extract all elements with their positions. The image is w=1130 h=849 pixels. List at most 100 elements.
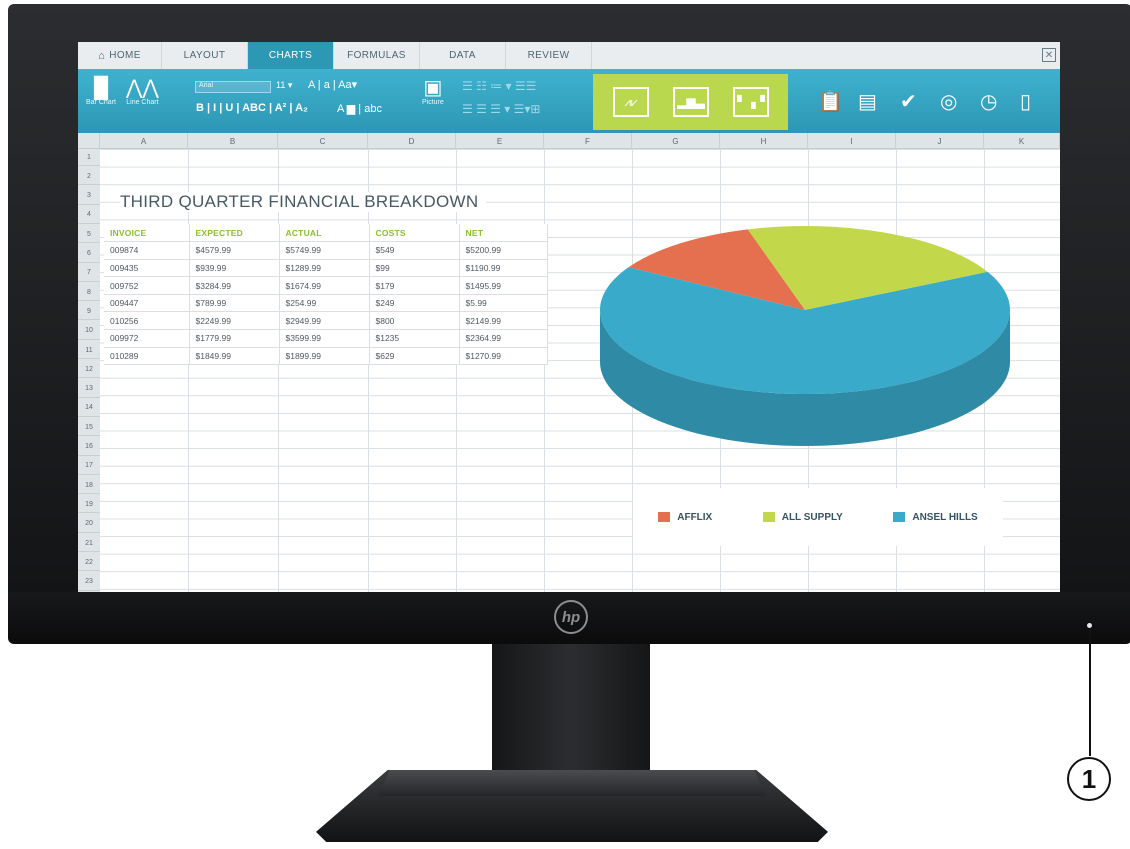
cell[interactable]: $1289.99 — [279, 259, 370, 278]
close-icon[interactable]: ✕ — [1042, 48, 1056, 62]
row-header[interactable]: 8 — [78, 284, 100, 302]
cell[interactable]: $3599.99 — [279, 329, 370, 348]
cell[interactable]: $2149.99 — [459, 311, 548, 331]
column-header[interactable]: C — [278, 133, 368, 149]
column-header[interactable]: H — [720, 133, 808, 149]
tab-review[interactable]: REVIEW — [506, 42, 592, 69]
cell[interactable]: $1779.99 — [189, 329, 280, 348]
column-header[interactable]: A — [100, 133, 188, 149]
row-header[interactable]: 16 — [78, 439, 100, 456]
cell[interactable]: $99 — [369, 259, 460, 278]
cell[interactable]: 010289 — [104, 347, 190, 366]
row-header[interactable]: 13 — [78, 381, 100, 398]
text-color-buttons[interactable]: A ▆ | abc — [337, 102, 382, 115]
row-header[interactable]: 12 — [78, 361, 100, 379]
cell[interactable]: $1849.99 — [189, 347, 280, 366]
clipboard-list-icon[interactable]: ▤ — [858, 69, 877, 133]
indent-buttons[interactable]: ☰ ☰ ☰ ▾ ☰▾⊞ — [462, 102, 540, 116]
tab-charts[interactable]: CHARTS — [248, 42, 334, 69]
row-header[interactable]: 20 — [78, 516, 100, 533]
cell[interactable]: $4579.99 — [189, 241, 280, 260]
row-header[interactable]: 23 — [78, 574, 100, 591]
column-header[interactable]: G — [632, 133, 720, 149]
check-icon[interactable]: ✔ — [900, 69, 917, 133]
cell[interactable]: $789.99 — [189, 294, 280, 313]
text-style-buttons[interactable]: B | I | U | ABC | A² | A₂ — [196, 102, 308, 114]
column-header[interactable]: J — [896, 133, 984, 149]
row-header[interactable]: 19 — [78, 496, 100, 514]
clock-icon[interactable]: ◷ — [980, 69, 997, 133]
tab-home[interactable]: ⌂ HOME — [78, 42, 162, 69]
cell[interactable]: 009752 — [104, 276, 190, 295]
row-header[interactable]: 6 — [78, 246, 100, 263]
select-all-corner[interactable] — [78, 133, 100, 149]
cell[interactable]: $800 — [369, 311, 460, 331]
cell[interactable]: $939.99 — [189, 259, 280, 278]
row-header[interactable]: 11 — [78, 342, 100, 359]
row-header[interactable]: 1 — [78, 149, 100, 166]
pie-chart[interactable] — [583, 204, 1023, 474]
row-header[interactable]: 7 — [78, 265, 100, 282]
column-header[interactable]: K — [984, 133, 1060, 149]
cell[interactable]: 009435 — [104, 259, 190, 278]
row-header[interactable]: 15 — [78, 419, 100, 437]
column-heading[interactable]: INVOICE — [104, 224, 190, 243]
column-header[interactable]: E — [456, 133, 544, 149]
cell[interactable]: $1235 — [369, 329, 460, 348]
stacked-chart-type-button[interactable]: ▘▗▝ — [733, 87, 769, 117]
column-chart-type-button[interactable]: ▂▆▃ — [673, 87, 709, 117]
tab-layout[interactable]: LAYOUT — [162, 42, 248, 69]
cell[interactable]: $179 — [369, 276, 460, 295]
cell[interactable]: $3284.99 — [189, 276, 280, 295]
column-heading[interactable]: EXPECTED — [189, 224, 280, 243]
cell[interactable]: $249 — [369, 294, 460, 313]
row-header[interactable]: 4 — [78, 207, 100, 224]
cell[interactable]: $1674.99 — [279, 276, 370, 295]
row-header[interactable]: 2 — [78, 168, 100, 186]
cell[interactable]: 009447 — [104, 294, 190, 313]
tab-formulas[interactable]: FORMULAS — [334, 42, 420, 69]
row-header[interactable]: 10 — [78, 323, 100, 340]
text-case-buttons[interactable]: A | a | Aa▾ — [308, 78, 357, 91]
font-size-select[interactable]: 11 ▾ — [276, 80, 292, 91]
cell[interactable]: $2364.99 — [459, 329, 548, 348]
cell[interactable]: $2949.99 — [279, 311, 370, 331]
row-header[interactable]: 5 — [78, 226, 100, 244]
row-header[interactable]: 9 — [78, 303, 100, 321]
align-buttons[interactable]: ☰ ☷ ≔ ▾ ☰☰ — [462, 79, 536, 93]
column-header[interactable]: F — [544, 133, 632, 149]
cell[interactable]: $5200.99 — [459, 241, 548, 260]
cell[interactable]: 009972 — [104, 329, 190, 348]
row-header[interactable]: 18 — [78, 477, 100, 495]
cell[interactable]: $1190.99 — [459, 259, 548, 278]
tab-data[interactable]: DATA — [420, 42, 506, 69]
picture-button[interactable]: ▣ Picture — [422, 77, 444, 106]
column-header[interactable]: B — [188, 133, 278, 149]
cell[interactable]: $5.99 — [459, 294, 548, 313]
row-header[interactable]: 22 — [78, 554, 100, 572]
bar-chart-button[interactable]: ▐▌ Bar Chart — [86, 77, 116, 106]
cell[interactable]: $1899.99 — [279, 347, 370, 366]
row-header[interactable]: 21 — [78, 535, 100, 552]
cell[interactable]: $5749.99 — [279, 241, 370, 260]
font-name-select[interactable]: Arial — [195, 81, 271, 93]
cell[interactable]: 010256 — [104, 311, 190, 331]
column-header[interactable]: D — [368, 133, 456, 149]
clipboard-check-icon[interactable]: 📋 — [818, 69, 843, 133]
cell[interactable]: $549 — [369, 241, 460, 260]
cell[interactable]: $254.99 — [279, 294, 370, 313]
line-chart-type-button[interactable]: ⩘⩗ — [613, 87, 649, 117]
column-heading[interactable]: NET — [459, 224, 548, 243]
row-header[interactable]: 17 — [78, 458, 100, 475]
cell[interactable]: $629 — [369, 347, 460, 366]
line-chart-button[interactable]: ⋀⋀ Line Chart — [126, 77, 159, 106]
column-heading[interactable]: COSTS — [369, 224, 460, 243]
row-header[interactable]: 14 — [78, 400, 100, 417]
row-header[interactable]: 3 — [78, 188, 100, 205]
cell[interactable]: $1495.99 — [459, 276, 548, 295]
column-heading[interactable]: ACTUAL — [279, 224, 370, 243]
cell[interactable]: $1270.99 — [459, 347, 548, 366]
calendar-icon[interactable]: ▯ — [1020, 69, 1031, 133]
column-header[interactable]: I — [808, 133, 896, 149]
target-icon[interactable]: ◎ — [940, 69, 957, 133]
